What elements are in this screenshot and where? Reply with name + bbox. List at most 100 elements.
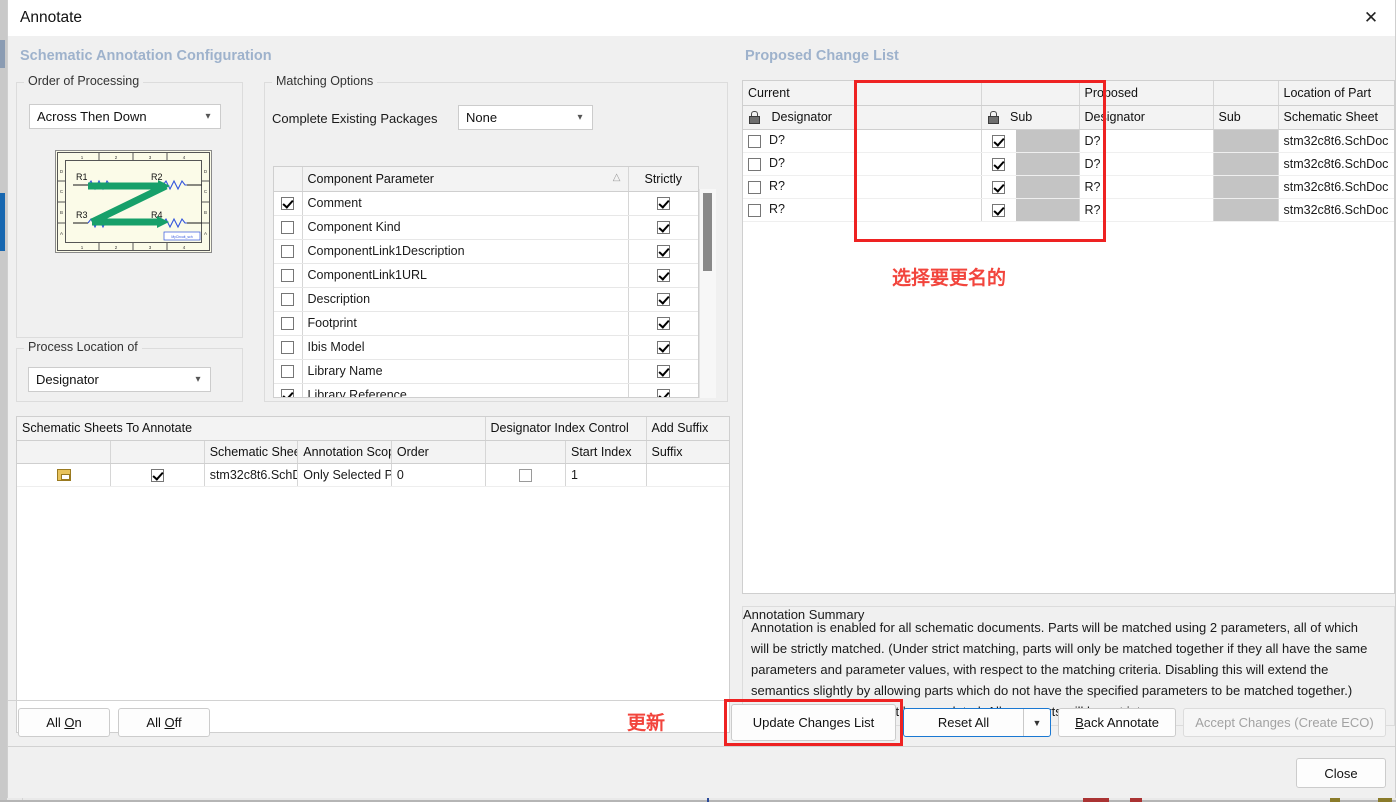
- back-annotate-button[interactable]: Back Annotate: [1058, 708, 1176, 737]
- proposed-lock-checkbox[interactable]: [992, 134, 1005, 148]
- index-enable-cell[interactable]: [485, 463, 566, 487]
- current-lock-checkbox[interactable]: [748, 134, 761, 148]
- col-suffix[interactable]: Suffix: [646, 440, 729, 464]
- param-strictly-cell[interactable]: [628, 287, 698, 312]
- component-parameter-table[interactable]: Component Parameter △ Strictly Comment Co…: [273, 166, 699, 398]
- all-off-button[interactable]: All Off: [118, 708, 210, 737]
- col-order[interactable]: Order: [391, 440, 486, 464]
- param-strictly-checkbox[interactable]: [656, 245, 670, 259]
- col-schematic-sheet[interactable]: Schematic Sheet: [204, 440, 299, 464]
- scrollbar-thumb[interactable]: [703, 193, 712, 271]
- param-strictly-checkbox[interactable]: [656, 341, 670, 355]
- proposed-sub-value[interactable]: [1015, 129, 1078, 151]
- param-enable-cell[interactable]: [274, 239, 303, 264]
- col-annotation-scope[interactable]: Annotation Scope: [297, 440, 392, 464]
- current-lock-checkbox[interactable]: [748, 157, 761, 171]
- proposed-sub-cell[interactable]: [981, 175, 1080, 199]
- param-strictly-checkbox[interactable]: [656, 269, 670, 283]
- param-enable-checkbox[interactable]: [281, 269, 295, 283]
- schematic-sheets-table[interactable]: Schematic Sheets To Annotate Designator …: [16, 416, 730, 733]
- param-enable-cell[interactable]: [274, 263, 303, 288]
- annotation-scope-cell[interactable]: Only Selected Parts: [297, 463, 392, 487]
- start-index-cell[interactable]: 1: [565, 463, 647, 487]
- proposed-lock-checkbox[interactable]: [992, 180, 1005, 194]
- table-row[interactable]: Component Kind: [274, 215, 698, 240]
- param-enable-cell[interactable]: [274, 359, 303, 384]
- param-strictly-checkbox[interactable]: [656, 197, 670, 211]
- sheet-enable-checkbox[interactable]: [150, 468, 164, 482]
- proposed-lock-checkbox[interactable]: [992, 157, 1005, 171]
- param-enable-checkbox[interactable]: [281, 245, 295, 259]
- proposed-sub-cell[interactable]: [981, 129, 1080, 153]
- param-enable-cell[interactable]: [274, 335, 303, 360]
- chevron-down-icon[interactable]: ▼: [1024, 718, 1050, 728]
- table-row[interactable]: ComponentLink1URL: [274, 263, 698, 288]
- process-location-select[interactable]: Designator ▾: [28, 367, 211, 392]
- proposed-lock-checkbox[interactable]: [992, 203, 1005, 217]
- param-enable-checkbox[interactable]: [281, 317, 295, 331]
- param-enable-cell[interactable]: [274, 311, 303, 336]
- param-enable-checkbox[interactable]: [281, 197, 295, 211]
- col-schematic-sheet[interactable]: Schematic Sheet: [1278, 105, 1394, 130]
- param-enable-checkbox[interactable]: [281, 389, 295, 397]
- col-proposed-lock-sub[interactable]: Sub: [981, 105, 1080, 130]
- close-button[interactable]: Close: [1296, 758, 1386, 788]
- parameter-list-scrollbar[interactable]: [699, 189, 716, 398]
- order-of-processing-select[interactable]: Across Then Down ▾: [29, 104, 221, 129]
- close-icon[interactable]: ✕: [1347, 0, 1395, 36]
- table-row[interactable]: Footprint: [274, 311, 698, 336]
- param-strictly-cell[interactable]: [628, 215, 698, 240]
- reset-all-button[interactable]: Reset All ▼: [903, 708, 1051, 737]
- table-row[interactable]: Comment: [274, 191, 698, 216]
- proposed-sub-cell[interactable]: [981, 152, 1080, 176]
- sheet-enable-cell[interactable]: [110, 463, 205, 487]
- param-enable-checkbox[interactable]: [281, 341, 295, 355]
- proposed-designator-cell[interactable]: D?: [1079, 152, 1214, 176]
- table-row[interactable]: Library Reference: [274, 383, 698, 397]
- param-strictly-cell[interactable]: [628, 239, 698, 264]
- complete-existing-packages-select[interactable]: None ▾: [458, 105, 593, 130]
- col-current-designator[interactable]: Designator: [743, 105, 982, 130]
- param-enable-cell[interactable]: [274, 287, 303, 312]
- param-strictly-cell[interactable]: [628, 359, 698, 384]
- accept-changes-button[interactable]: Accept Changes (Create ECO): [1183, 708, 1386, 737]
- param-enable-cell[interactable]: [274, 191, 303, 216]
- param-strictly-cell[interactable]: [628, 311, 698, 336]
- param-strictly-checkbox[interactable]: [656, 221, 670, 235]
- table-row[interactable]: Library Name: [274, 359, 698, 384]
- current-designator-cell[interactable]: D?: [743, 152, 982, 176]
- current-designator-cell[interactable]: R?: [743, 175, 982, 199]
- location-sub-cell[interactable]: [1213, 198, 1279, 222]
- table-row[interactable]: Ibis Model: [274, 335, 698, 360]
- proposed-sub-cell[interactable]: [981, 198, 1080, 222]
- table-row[interactable]: D? D? stm32c8t6.SchDoc: [743, 152, 1394, 176]
- param-enable-cell[interactable]: [274, 383, 303, 397]
- index-enable-checkbox[interactable]: [518, 468, 532, 482]
- suffix-cell[interactable]: [646, 463, 729, 487]
- current-designator-cell[interactable]: R?: [743, 198, 982, 222]
- location-sub-cell[interactable]: [1213, 175, 1279, 199]
- col-component-parameter[interactable]: Component Parameter △: [302, 167, 629, 192]
- col-location-sub[interactable]: Sub: [1213, 105, 1279, 130]
- col-proposed-designator[interactable]: Designator: [1079, 105, 1214, 130]
- current-designator-cell[interactable]: D?: [743, 129, 982, 153]
- proposed-change-list-table[interactable]: Current Proposed Location of Part Design…: [742, 80, 1395, 594]
- proposed-designator-cell[interactable]: R?: [1079, 198, 1214, 222]
- table-row[interactable]: Description: [274, 287, 698, 312]
- table-row[interactable]: D? D? stm32c8t6.SchDoc: [743, 129, 1394, 153]
- table-row[interactable]: ComponentLink1Description: [274, 239, 698, 264]
- param-enable-checkbox[interactable]: [281, 221, 295, 235]
- param-strictly-checkbox[interactable]: [656, 293, 670, 307]
- table-row[interactable]: stm32c8t6.SchDocOnly Selected Parts0 1: [17, 463, 729, 487]
- param-enable-cell[interactable]: [274, 215, 303, 240]
- param-strictly-checkbox[interactable]: [656, 389, 670, 397]
- proposed-designator-cell[interactable]: R?: [1079, 175, 1214, 199]
- update-changes-list-button[interactable]: Update Changes List: [731, 704, 896, 741]
- current-lock-checkbox[interactable]: [748, 180, 761, 194]
- param-strictly-cell[interactable]: [628, 263, 698, 288]
- location-sub-cell[interactable]: [1213, 129, 1279, 153]
- col-start-index[interactable]: Start Index: [565, 440, 647, 464]
- proposed-sub-value[interactable]: [1015, 152, 1078, 174]
- param-strictly-checkbox[interactable]: [656, 317, 670, 331]
- all-on-button[interactable]: All On: [18, 708, 110, 737]
